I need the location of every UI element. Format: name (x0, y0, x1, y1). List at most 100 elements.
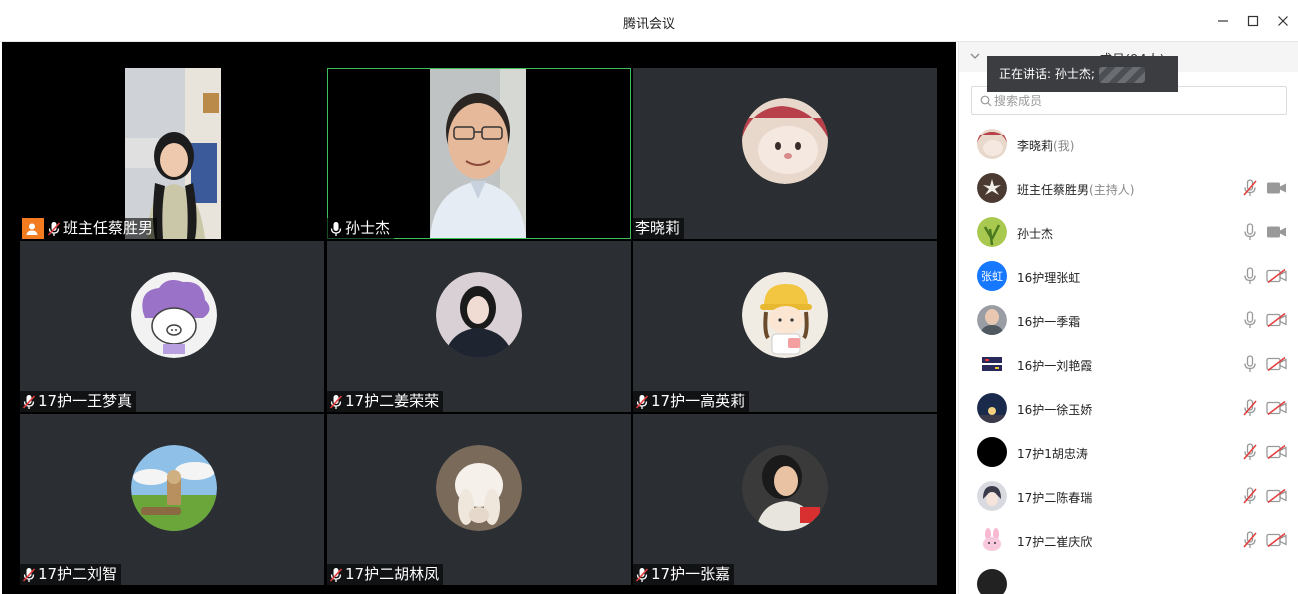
member-row[interactable]: 17护二陈春瑞 (959, 474, 1298, 518)
avatar-tile[interactable]: 17护二姜荣荣 (327, 241, 631, 412)
member-row[interactable]: 17护二崔庆欣 (959, 518, 1298, 562)
member-avatar (977, 393, 1007, 423)
camera-icon[interactable] (1266, 225, 1287, 239)
mic-muted-icon (329, 394, 343, 409)
member-row[interactable]: 李晓莉(我) (959, 122, 1298, 166)
camera-off-icon[interactable] (1266, 313, 1287, 327)
mic-icon[interactable] (1243, 267, 1257, 285)
mic-muted-icon[interactable] (1243, 179, 1257, 197)
avatar-tile[interactable]: 李晓莉 (633, 68, 937, 239)
avatar-tile[interactable]: 17护二刘智 (20, 414, 324, 585)
member-name: 16护理张虹 (1017, 269, 1080, 286)
avatar-tile[interactable]: 17护一张嘉 (633, 414, 937, 585)
member-row[interactable]: 张虹 16护理张虹 (959, 254, 1298, 298)
window-title: 腾讯会议 (622, 17, 675, 32)
search-icon (980, 95, 992, 107)
close-icon (1278, 16, 1288, 26)
mic-icon[interactable] (1243, 355, 1257, 373)
member-avatar (977, 349, 1007, 379)
mic-muted-icon[interactable] (1243, 487, 1257, 505)
camera-off-icon[interactable] (1266, 445, 1287, 459)
member-row[interactable]: 班主任蔡胜男(主持人) (959, 166, 1298, 210)
maximize-icon (1247, 15, 1259, 27)
member-name: 17护1胡忠涛 (1017, 445, 1088, 462)
member-role: (主持人) (1089, 183, 1135, 197)
member-name-text: 16护一季霜 (1017, 315, 1081, 329)
camera-off-icon[interactable] (1266, 269, 1287, 283)
mic-muted-icon (22, 394, 36, 409)
participant-name-tag: 17护一王梦真 (20, 391, 137, 412)
mic-icon (330, 221, 342, 236)
title-bar: 腾讯会议 (0, 0, 1298, 42)
participant-name-tag: 班主任蔡胜男 (20, 217, 158, 239)
mic-muted-icon (329, 567, 343, 582)
member-name-text: 班主任蔡胜男 (1017, 183, 1090, 197)
member-avatar: 张虹 (977, 261, 1007, 291)
member-avatar (977, 525, 1007, 555)
participant-name-tag: 孙士杰 (327, 218, 395, 239)
camera-icon[interactable] (1266, 181, 1287, 195)
avatar-tile[interactable]: 17护一高英莉 (633, 241, 937, 412)
member-row[interactable]: 17护1胡忠涛 (959, 430, 1298, 474)
chevron-down-icon[interactable] (969, 50, 981, 62)
member-name: 孙士杰 (1017, 225, 1053, 242)
mic-icon[interactable] (1243, 311, 1257, 329)
video-tile-speaking[interactable]: 孙士杰 (327, 68, 631, 239)
speaking-label: 正在讲话: 孙士杰; (999, 67, 1095, 81)
camera-off-icon[interactable] (1266, 401, 1287, 415)
mic-muted-icon (22, 567, 36, 582)
member-avatar (977, 129, 1007, 159)
member-name: 班主任蔡胜男(主持人) (1017, 181, 1134, 198)
video-grid: 班主任蔡胜男 孙士杰 李晓莉 17护一王梦真 17护二姜荣荣 17护一高英莉 1… (2, 42, 956, 594)
video-tile[interactable]: 班主任蔡胜男 (20, 68, 324, 239)
member-name-text: 17护二陈春瑞 (1017, 491, 1093, 505)
mic-muted-icon[interactable] (1243, 443, 1257, 461)
participant-name-tag: 17护一高英莉 (633, 391, 750, 412)
host-icon (26, 223, 38, 235)
member-name: 16护一刘艳霞 (1017, 357, 1092, 374)
minimize-button[interactable] (1213, 11, 1233, 31)
camera-off-icon[interactable] (1266, 489, 1287, 503)
avatar-tile[interactable]: 17护一王梦真 (20, 241, 324, 412)
member-avatar (977, 217, 1007, 247)
participant-video (430, 69, 526, 238)
participant-name-tag: 李晓莉 (633, 218, 685, 239)
participant-video (125, 68, 221, 239)
mic-muted-icon[interactable] (1243, 531, 1257, 549)
member-name-text: 16护一徐玉娇 (1017, 403, 1093, 417)
member-name-text: 17护二崔庆欣 (1017, 535, 1093, 549)
member-row-partial[interactable] (959, 562, 1298, 594)
participant-name: 孙士杰 (345, 219, 391, 237)
member-name-text: 17护1胡忠涛 (1017, 447, 1088, 461)
close-button[interactable] (1273, 11, 1293, 31)
mic-icon[interactable] (1243, 223, 1257, 241)
member-name: 17护二陈春瑞 (1017, 489, 1092, 506)
participant-avatar (742, 98, 828, 184)
participant-name-tag: 17护一张嘉 (633, 564, 735, 585)
participant-avatar (742, 445, 828, 531)
camera-off-icon[interactable] (1266, 357, 1287, 371)
member-row[interactable]: 16护一季霜 (959, 298, 1298, 342)
member-avatar (977, 305, 1007, 335)
participant-avatar (131, 445, 217, 531)
participant-name: 班主任蔡胜男 (63, 219, 154, 237)
participant-name: 17护一高英莉 (651, 392, 746, 410)
member-row[interactable]: 16护一刘艳霞 (959, 342, 1298, 386)
camera-off-icon[interactable] (1266, 533, 1287, 547)
member-row[interactable]: 孙士杰 (959, 210, 1298, 254)
participant-avatar (131, 272, 217, 358)
member-avatar (977, 569, 1007, 594)
member-name-text: 16护理张虹 (1017, 271, 1081, 285)
mic-muted-icon (47, 221, 61, 236)
member-avatar (977, 437, 1007, 467)
member-list: 李晓莉(我) 班主任蔡胜男(主持人) 孙士杰 张虹 16护理张虹 16护一季霜 (959, 122, 1298, 594)
maximize-button[interactable] (1243, 11, 1263, 31)
avatar-tile[interactable]: 17护二胡林凤 (327, 414, 631, 585)
member-name: 16护一季霜 (1017, 313, 1080, 330)
mic-muted-icon[interactable] (1243, 399, 1257, 417)
speaking-indicator: 正在讲话: 孙士杰; (987, 56, 1178, 92)
member-name-text: 李晓莉 (1017, 139, 1054, 153)
member-row[interactable]: 16护一徐玉娇 (959, 386, 1298, 430)
search-input[interactable] (994, 91, 1274, 110)
participant-name-tag: 17护二刘智 (20, 564, 122, 585)
